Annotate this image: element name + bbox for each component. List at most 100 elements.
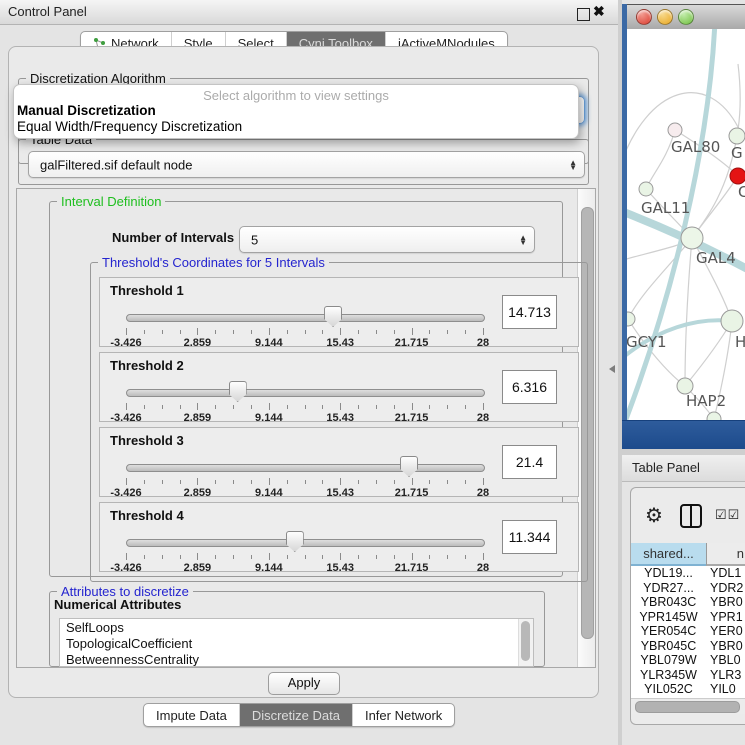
table-row[interactable]: YBL079WYBL0 — [631, 653, 745, 668]
slider-tick — [162, 480, 163, 484]
zoom-traffic-light[interactable] — [678, 9, 694, 25]
close-traffic-light[interactable] — [636, 9, 652, 25]
slider-track[interactable] — [126, 539, 485, 547]
slider-tick-label: -3.426 — [110, 412, 141, 424]
threshold-slider[interactable]: -3.4262.8599.14415.4321.71528 — [126, 529, 483, 569]
table-cell[interactable]: YDL19... — [631, 566, 706, 581]
numerical-attributes-list[interactable]: SelfLoops TopologicalCoefficient Between… — [59, 618, 534, 667]
table-cell[interactable]: YBR0 — [706, 595, 745, 610]
column-header-shared-name[interactable]: shared... — [631, 543, 706, 566]
network-node[interactable] — [729, 128, 745, 144]
slider-tick-label: 2.859 — [184, 487, 212, 499]
tab-discretize-data[interactable]: Discretize Data — [239, 704, 352, 726]
scrollbar-thumb[interactable] — [521, 621, 530, 661]
threshold-slider[interactable]: -3.4262.8599.14415.4321.71528 — [126, 304, 483, 344]
table-cell[interactable]: YLR345W — [631, 668, 706, 683]
splitter-collapse-icon[interactable] — [609, 365, 615, 373]
slider-tick — [429, 330, 430, 334]
network-node[interactable] — [668, 123, 682, 137]
slider-tick — [233, 555, 234, 559]
slider-tick — [429, 405, 430, 409]
slider-tick — [233, 330, 234, 334]
list-scrollbar[interactable] — [518, 619, 533, 666]
threshold-value-field[interactable]: 6.316 — [502, 370, 557, 404]
table-row[interactable]: YBR043CYBR0 — [631, 595, 745, 610]
threshold-value-field[interactable]: 11.344 — [502, 520, 557, 554]
table-row[interactable]: YDL19...YDL1 — [631, 566, 745, 581]
table-row[interactable]: YLR345WYLR3 — [631, 668, 745, 683]
threshold-slider[interactable]: -3.4262.8599.14415.4321.71528 — [126, 379, 483, 419]
node-label-partial: C — [738, 183, 745, 201]
network-graph[interactable]: GAL80 G C GAL11 GAL4 GCY1 H HAP2 — [627, 29, 745, 421]
slider-track[interactable] — [126, 389, 485, 397]
column-header-name[interactable]: n — [706, 543, 745, 566]
table-cell[interactable]: YER054C — [631, 624, 706, 639]
network-node[interactable] — [681, 227, 703, 249]
table-cell[interactable]: YDL1 — [706, 566, 745, 581]
table-cell[interactable]: YPR1 — [706, 610, 745, 625]
slider-tick — [376, 555, 377, 559]
table-data-combobox[interactable]: galFiltered.sif default node ▲▼ — [28, 151, 585, 178]
float-window-button[interactable] — [577, 8, 590, 21]
scrollbar-thumb[interactable] — [635, 701, 740, 713]
table-row[interactable]: YDR27...YDR2 — [631, 581, 745, 596]
slider-tick — [483, 403, 484, 410]
number-of-intervals-combobox[interactable]: 5 ▲▼ — [239, 226, 535, 253]
table-cell[interactable]: YIL0 — [706, 682, 745, 697]
slider-tick — [412, 403, 413, 410]
tab-impute-data[interactable]: Impute Data — [144, 704, 239, 726]
table-row[interactable]: YPR145WYPR1 — [631, 610, 745, 625]
threshold-value-field[interactable]: 14.713 — [502, 295, 557, 329]
slider-tick-label: 2.859 — [184, 412, 212, 424]
slider-track[interactable] — [126, 314, 485, 322]
table-row[interactable]: YER054CYER0 — [631, 624, 745, 639]
columns-icon[interactable] — [679, 503, 703, 529]
table-cell[interactable]: YBR045C — [631, 639, 706, 654]
network-node[interactable] — [721, 310, 743, 332]
dropdown-option-manual[interactable]: Manual Discretization — [16, 103, 576, 118]
table-row[interactable]: YBR045CYBR0 — [631, 639, 745, 654]
slider-track[interactable] — [126, 464, 485, 472]
list-item[interactable]: SelfLoops — [60, 619, 533, 635]
threshold-value-field[interactable]: 21.4 — [502, 445, 557, 479]
table-cell[interactable]: YBL079W — [631, 653, 706, 668]
list-item[interactable]: BetweennessCentrality — [60, 651, 533, 667]
slider-tick — [197, 403, 198, 410]
list-item[interactable]: TopologicalCoefficient — [60, 635, 533, 651]
table-cell[interactable]: YBR0 — [706, 639, 745, 654]
table-cell[interactable]: YBR043C — [631, 595, 706, 610]
table-cell[interactable]: YBL0 — [706, 653, 745, 668]
slider-thumb[interactable] — [324, 306, 342, 327]
slider-tick — [483, 478, 484, 485]
apply-button[interactable]: Apply — [268, 672, 340, 695]
horizontal-scrollbar[interactable] — [631, 698, 745, 714]
table-cell[interactable]: YPR145W — [631, 610, 706, 625]
close-window-button[interactable]: ✖ — [593, 3, 605, 20]
tab-infer-network[interactable]: Infer Network — [352, 704, 454, 726]
table-cell[interactable]: YLR3 — [706, 668, 745, 683]
network-node[interactable] — [627, 312, 635, 326]
slider-thumb[interactable] — [286, 531, 304, 552]
slider-tick — [305, 480, 306, 484]
slider-tick — [394, 405, 395, 409]
gear-icon[interactable]: ⚙ — [645, 503, 663, 528]
network-node-selected[interactable] — [730, 168, 745, 184]
network-node[interactable] — [639, 182, 653, 196]
node-label-gcy1: GCY1 — [627, 333, 667, 351]
threshold-slider[interactable]: -3.4262.8599.14415.4321.71528 — [126, 454, 483, 494]
checkbox-filter-icons[interactable]: ☑☑ — [715, 507, 740, 523]
network-canvas[interactable]: GAL80 G C GAL11 GAL4 GCY1 H HAP2 — [627, 29, 745, 421]
table-cell[interactable]: YER0 — [706, 624, 745, 639]
network-window-frame — [622, 420, 745, 449]
dropdown-option-equal-width[interactable]: Equal Width/Frequency Discretization — [16, 119, 576, 134]
slider-thumb[interactable] — [400, 456, 418, 477]
slider-tick — [287, 405, 288, 409]
network-window-titlebar[interactable] — [627, 4, 745, 30]
table-cell[interactable]: YDR27... — [631, 581, 706, 596]
table-row[interactable]: YIL052CYIL0 — [631, 682, 745, 697]
minimize-traffic-light[interactable] — [657, 9, 673, 25]
slider-thumb[interactable] — [229, 381, 247, 402]
slider-tick-label: 9.144 — [255, 562, 283, 574]
table-cell[interactable]: YDR2 — [706, 581, 745, 596]
table-cell[interactable]: YIL052C — [631, 682, 706, 697]
